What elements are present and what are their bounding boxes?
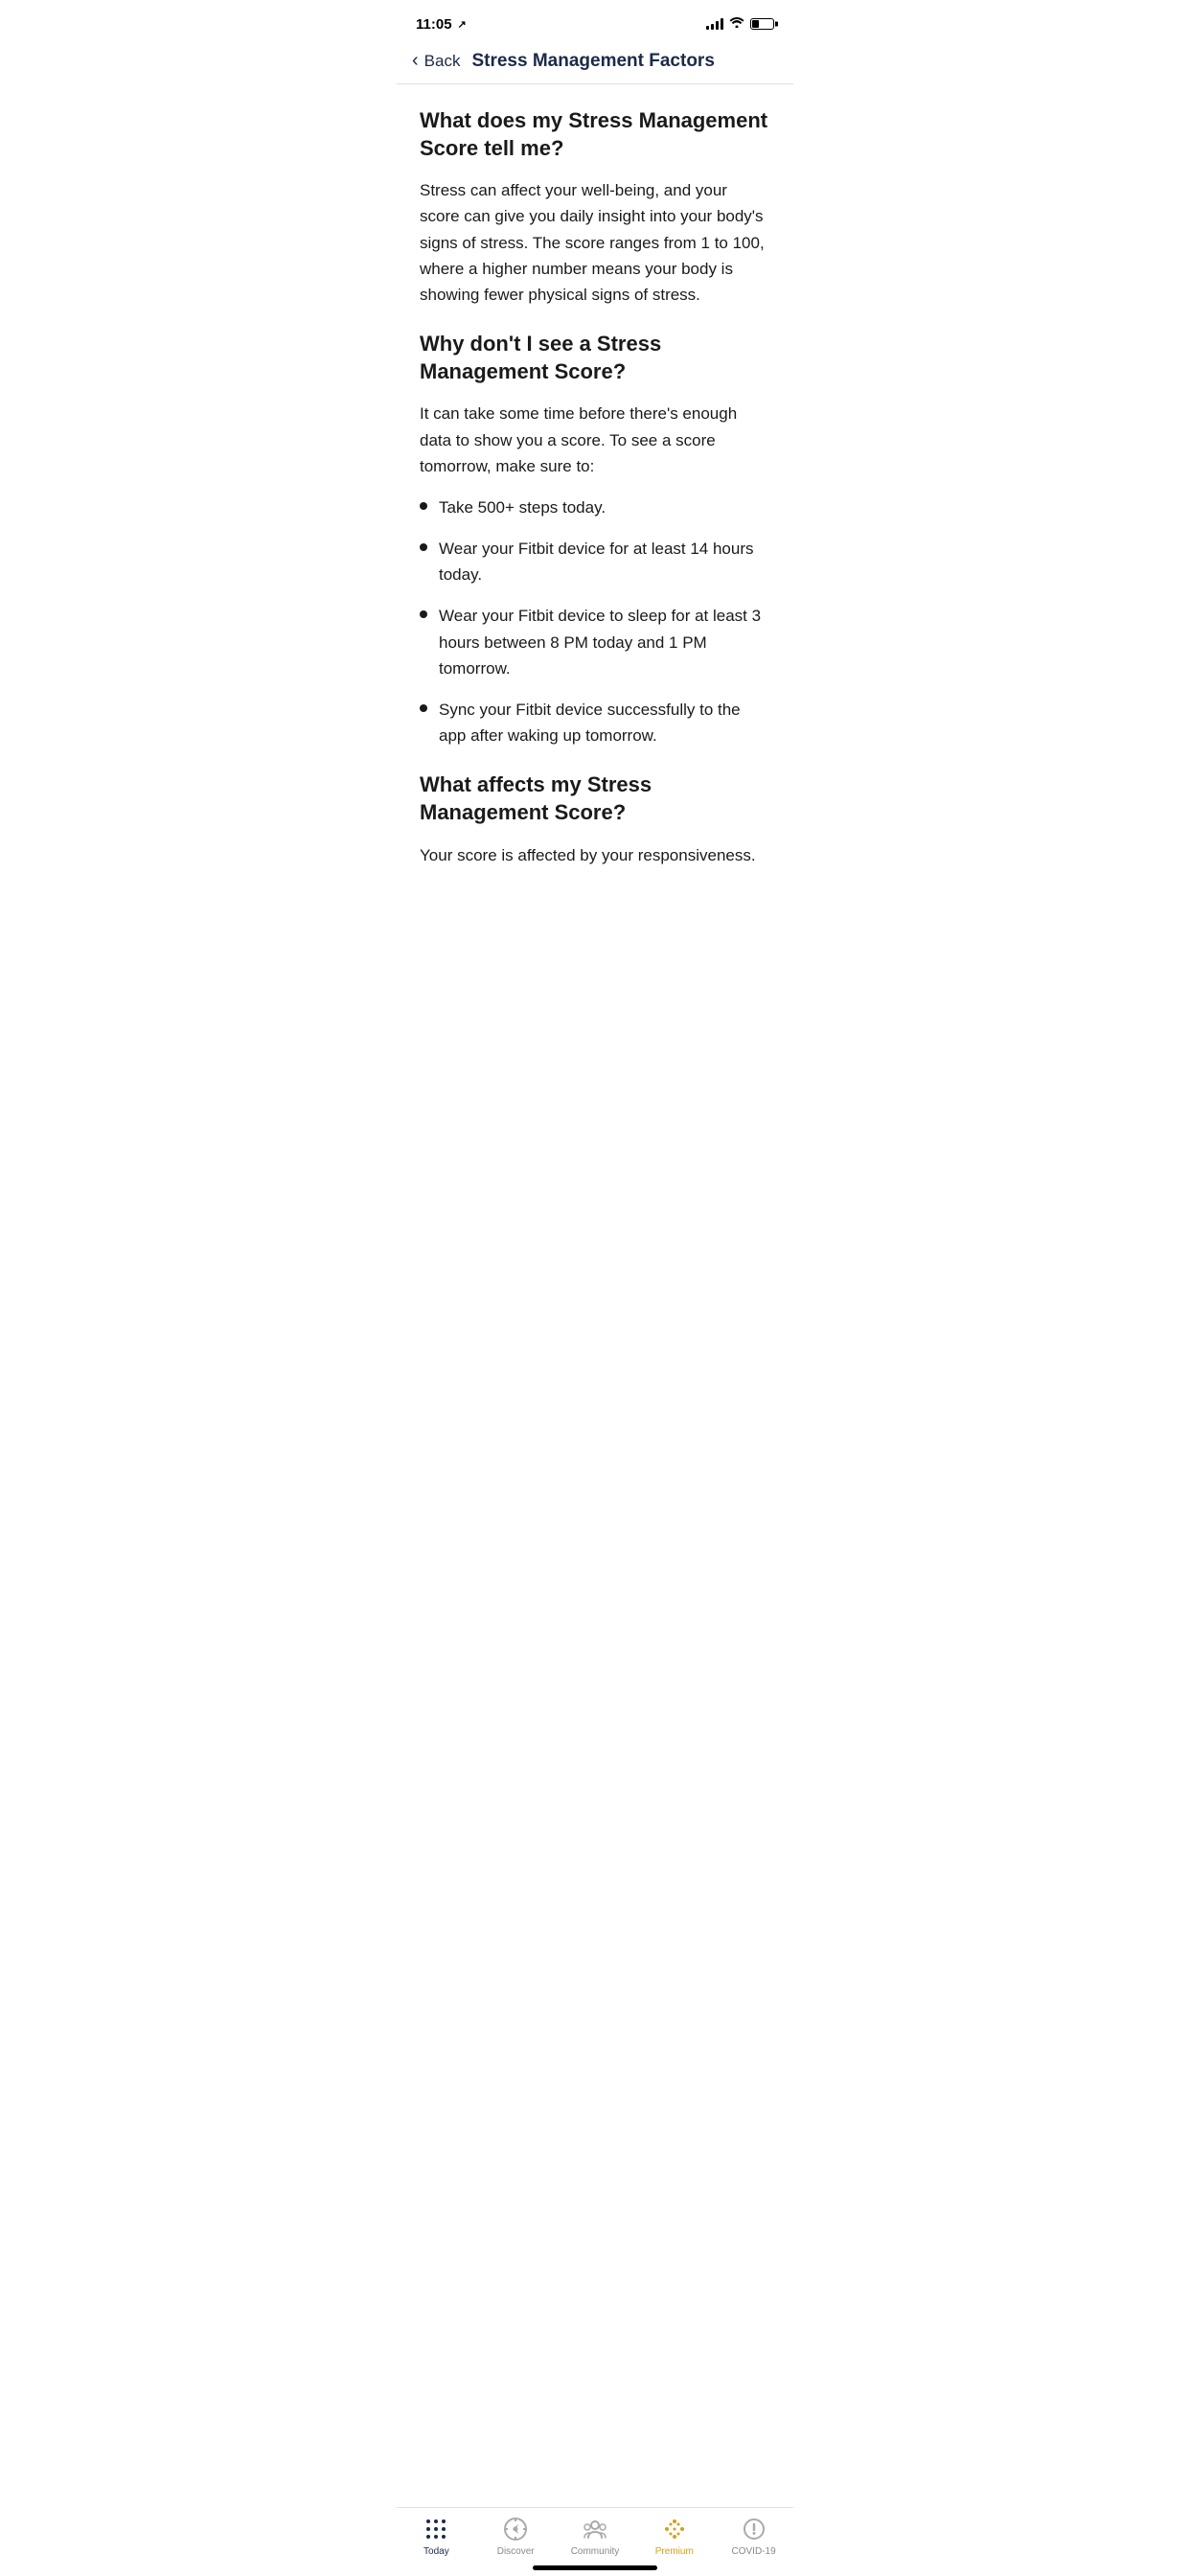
bullet-text: Sync your Fitbit device successfully to …	[439, 697, 770, 748]
bullet-dot-icon	[420, 502, 427, 510]
back-chevron-icon: ‹	[412, 50, 419, 72]
tab-discover[interactable]: Discover	[487, 2516, 544, 2557]
status-icons	[706, 15, 774, 33]
section1-body: Stress can affect your well-being, and y…	[420, 177, 770, 308]
today-icon	[423, 2516, 449, 2542]
bullet-text: Take 500+ steps today.	[439, 494, 606, 520]
status-bar: 11:05 ↗	[397, 0, 793, 42]
bullet-text: Wear your Fitbit device for at least 14 …	[439, 536, 770, 587]
nav-header: ‹ Back Stress Management Factors	[397, 42, 793, 84]
tab-community[interactable]: Community	[566, 2516, 624, 2557]
section3-body: Your score is affected by your responsiv…	[420, 842, 770, 868]
status-time: 11:05 ↗	[416, 16, 467, 33]
bullet-list: Take 500+ steps today. Wear your Fitbit d…	[420, 494, 770, 749]
community-label: Community	[571, 2546, 620, 2557]
section1-heading: What does my Stress Management Score tel…	[420, 107, 770, 162]
location-arrow-icon: ↗	[458, 18, 467, 31]
bullet-dot-icon	[420, 543, 427, 551]
list-item: Wear your Fitbit device for at least 14 …	[420, 536, 770, 587]
bullet-text: Wear your Fitbit device to sleep for at …	[439, 603, 770, 681]
signal-icon	[706, 18, 723, 30]
covid-icon	[741, 2516, 767, 2542]
section2-heading: Why don't I see a Stress Management Scor…	[420, 331, 770, 385]
discover-icon	[502, 2516, 529, 2542]
list-item: Sync your Fitbit device successfully to …	[420, 697, 770, 748]
home-indicator	[533, 2565, 657, 2570]
bullet-dot-icon	[420, 704, 427, 712]
today-label: Today	[423, 2546, 449, 2557]
wifi-icon	[729, 15, 744, 33]
time-display: 11:05	[416, 16, 452, 33]
list-item: Take 500+ steps today.	[420, 494, 770, 520]
battery-icon	[750, 18, 774, 30]
content-area: What does my Stress Management Score tel…	[397, 84, 793, 987]
discover-label: Discover	[497, 2546, 535, 2557]
covid-label: COVID-19	[732, 2546, 776, 2557]
section3-heading: What affects my Stress Management Score?	[420, 771, 770, 826]
premium-label: Premium	[655, 2546, 694, 2557]
back-label: Back	[424, 52, 461, 71]
tab-today[interactable]: Today	[407, 2516, 465, 2557]
bullet-dot-icon	[420, 610, 427, 618]
back-button[interactable]: ‹ Back	[412, 50, 460, 72]
list-item: Wear your Fitbit device to sleep for at …	[420, 603, 770, 681]
section2-intro: It can take some time before there's eno…	[420, 401, 770, 479]
tab-premium[interactable]: Premium	[646, 2516, 703, 2557]
premium-icon	[661, 2516, 688, 2542]
community-icon	[582, 2516, 608, 2542]
tab-covid19[interactable]: COVID-19	[725, 2516, 783, 2557]
page-title: Stress Management Factors	[471, 51, 714, 72]
